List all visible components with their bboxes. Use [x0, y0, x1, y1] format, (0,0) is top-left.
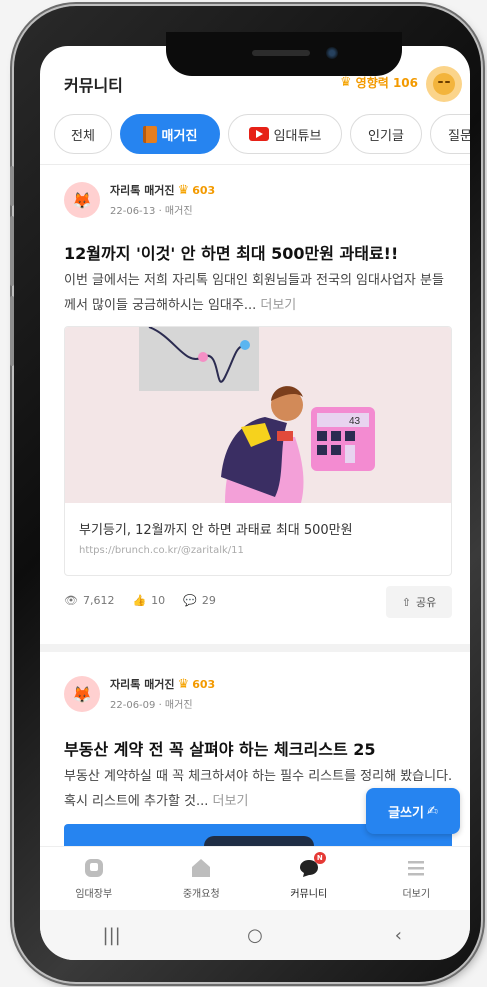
menu-icon [408, 861, 425, 876]
nav-community[interactable]: N 커뮤니티 [255, 847, 363, 910]
author-name: 자리톡 매거진 [110, 678, 175, 691]
post-date: 22-06-13 · 매거진 [110, 206, 193, 217]
influence-badge[interactable]: ♛ 영향력 106 [340, 74, 418, 91]
side-button [10, 296, 14, 366]
volume-down-button [10, 216, 14, 286]
illustration-icon: 43 [139, 327, 375, 503]
avatar[interactable] [426, 66, 462, 102]
author-score: 603 [192, 183, 216, 197]
speaker-icon [252, 50, 310, 56]
calc-number: 43 [349, 416, 361, 427]
system-navigation-bar: ||| ○ ‹ [40, 910, 470, 960]
link-preview-card[interactable]: 43 부기등기, 12월까지 안 하면 과태료 최대 500만원 https:/ [64, 326, 452, 576]
notch [166, 32, 402, 76]
author-score: 603 [192, 677, 216, 691]
camera-icon [326, 47, 338, 59]
category-tabs: 전체 매거진 임대튜브 인기글 질문 [54, 114, 470, 156]
post-body[interactable]: 이번 글에서는 저희 자리톡 임대인 회원님들과 전국의 임대사업자 분들께서 … [64, 268, 454, 318]
tab-label: 인기글 [368, 128, 404, 144]
share-label: 공유 [415, 596, 437, 609]
tab-label: 매거진 [161, 128, 198, 144]
tab-rental-tube[interactable]: 임대튜브 [228, 114, 342, 154]
nav-label: 더보기 [402, 889, 431, 900]
tab-label: 임대튜브 [273, 128, 322, 144]
link-preview-image: 43 [65, 327, 451, 503]
book-icon [142, 125, 157, 143]
post-separator [40, 644, 470, 652]
more-link[interactable]: 더보기 [260, 298, 296, 313]
likes-count: 10 [151, 594, 166, 607]
screen: 커뮤니티 ♛ 영향력 106 전체 매거진 임대튜브 인기글 질문 🦊 자리톡 … [40, 46, 470, 960]
home-button-icon[interactable]: ○ [235, 925, 275, 946]
post-header[interactable]: 🦊 자리톡 매거진 ♛ 603 22-06-09 · 매거진 [64, 676, 215, 712]
nav-label: 임대장부 [75, 889, 113, 900]
nav-label: 커뮤니티 [290, 889, 328, 900]
post-title[interactable]: 12월까지 '이것' 안 하면 최대 500만원 과태료!! [64, 240, 398, 264]
home-icon [192, 859, 211, 877]
post-body-text: 이번 글에서는 저희 자리톡 임대인 회원님들과 전국의 임대사업자 분들께서 … [64, 273, 444, 313]
post-meta: 자리톡 매거진 ♛ 603 22-06-09 · 매거진 [110, 676, 215, 712]
tab-label: 질문 [448, 128, 470, 144]
volume-up-button [10, 166, 14, 206]
share-button[interactable]: ⇧ 공유 [386, 586, 452, 618]
fox-avatar-icon: 🦊 [64, 182, 100, 218]
back-icon[interactable]: ‹ [378, 925, 418, 946]
author-line: 자리톡 매거진 ♛ 603 [110, 182, 215, 198]
comment-icon: 💬 [183, 594, 197, 607]
post-meta: 자리톡 매거진 ♛ 603 22-06-13 · 매거진 [110, 182, 215, 218]
comments-stat[interactable]: 💬 29 [183, 594, 216, 607]
views-count: 7,612 [82, 594, 115, 607]
crown-icon: ♛ [177, 676, 190, 692]
thumbs-up-icon: 👍 [132, 594, 147, 607]
share-icon: ⇧ [401, 595, 411, 609]
bottom-nav: 임대장부 중개요청 N 커뮤니티 더보기 [40, 846, 470, 910]
write-label: 글쓰기 [388, 805, 424, 821]
nav-more[interactable]: 더보기 [363, 847, 471, 910]
post-title[interactable]: 부동산 계약 전 꼭 살펴야 하는 체크리스트 25 [64, 736, 376, 760]
eye-icon: 👁 [64, 594, 78, 607]
youtube-icon [248, 127, 269, 141]
tab-all[interactable]: 전체 [54, 114, 112, 154]
tab-magazine[interactable]: 매거진 [120, 114, 220, 154]
comments-count: 29 [201, 594, 216, 607]
views-stat: 👁 7,612 [64, 594, 114, 607]
chat-icon: N [298, 852, 326, 879]
ledger-icon [84, 859, 103, 877]
author-line: 자리톡 매거진 ♛ 603 [110, 676, 215, 692]
link-url: https://brunch.co.kr/@zaritalk/11 [79, 545, 244, 556]
new-badge: N [313, 852, 326, 864]
influence-label: 영향력 106 [355, 76, 419, 90]
page-title: 커뮤니티 [64, 76, 123, 95]
author-name: 자리톡 매거진 [110, 184, 175, 197]
divider [40, 164, 470, 165]
recent-apps-icon[interactable]: ||| [92, 925, 132, 946]
write-button[interactable]: 글쓰기 ✍ [366, 788, 460, 834]
writing-hand-icon: ✍ [426, 803, 438, 819]
link-title: 부기등기, 12월까지 안 하면 과태료 최대 500만원 [79, 523, 353, 538]
likes-stat[interactable]: 👍 10 [132, 594, 165, 607]
tab-question[interactable]: 질문 [430, 114, 470, 154]
tab-popular[interactable]: 인기글 [350, 114, 422, 154]
nav-label: 중개요청 [182, 889, 220, 900]
crown-icon: ♛ [340, 75, 352, 90]
tab-label: 전체 [71, 128, 95, 144]
crown-icon: ♛ [177, 182, 190, 198]
post-stats: 👁 7,612 👍 10 💬 29 [64, 594, 216, 607]
smile-face-icon [433, 73, 455, 95]
post-date: 22-06-09 · 매거진 [110, 700, 193, 711]
fox-avatar-icon: 🦊 [64, 676, 100, 712]
nav-broker-request[interactable]: 중개요청 [148, 847, 256, 910]
post-header[interactable]: 🦊 자리톡 매거진 ♛ 603 22-06-13 · 매거진 [64, 182, 215, 218]
nav-ledger[interactable]: 임대장부 [40, 847, 148, 910]
more-link[interactable]: 더보기 [213, 794, 249, 809]
phone-frame: 커뮤니티 ♛ 영향력 106 전체 매거진 임대튜브 인기글 질문 🦊 자리톡 … [10, 6, 481, 982]
